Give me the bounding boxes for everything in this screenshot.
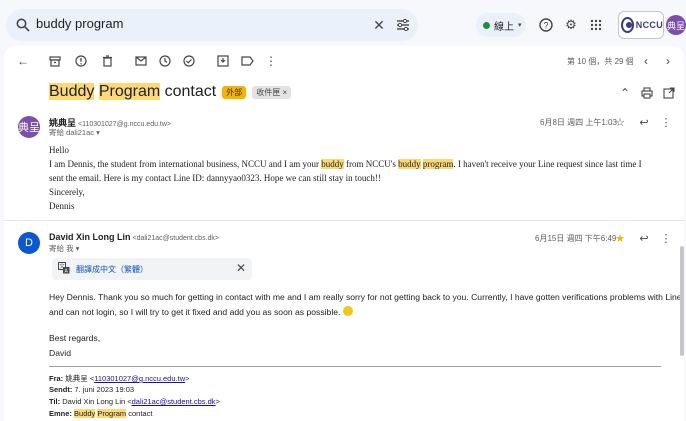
close-icon[interactable]: ✕ — [236, 261, 246, 275]
search-input[interactable]: buddy program — [36, 16, 123, 31]
label-icon[interactable] — [238, 52, 256, 70]
org-logo[interactable]: NCCU — [618, 11, 664, 39]
quote-divider — [49, 366, 661, 367]
reply-icon[interactable]: ↩ — [637, 115, 651, 129]
sender-avatar[interactable]: 典呈 — [18, 116, 40, 138]
reply-icon[interactable]: ↩ — [637, 231, 651, 245]
prev-message-icon[interactable]: ‹ — [637, 52, 655, 70]
quote-from: Fra: 姚典呈 <110301027@g.nccu.edu.tw> — [49, 374, 190, 383]
smile-emoji-icon — [342, 306, 353, 316]
collapse-all-icon[interactable]: ⌃ — [616, 84, 634, 102]
nccu-seal-icon — [621, 17, 634, 33]
mark-unread-icon[interactable] — [132, 52, 150, 70]
scrollbar-thumb[interactable] — [680, 246, 684, 356]
online-dot-icon — [483, 21, 490, 29]
star-filled-icon[interactable]: ★ — [613, 231, 627, 245]
translate-icon: 文A — [58, 262, 70, 277]
search-bar[interactable]: buddy program ✕ — [6, 9, 418, 41]
external-badge: 外部 — [222, 85, 247, 99]
top-bar: buddy program ✕ 線上 ▾ ? ⚙ NCCU 典呈 — [0, 0, 686, 46]
back-arrow-icon[interactable]: ← — [14, 52, 32, 70]
translate-link[interactable]: 翻譯成中文（繁體） — [76, 264, 148, 275]
message-body: Hello I am Dennis, the student from inte… — [49, 145, 642, 211]
message-date: 6月8日 週四 上午1:03 — [540, 118, 617, 127]
more-vert-icon[interactable]: ⋮ — [262, 52, 280, 70]
quote-subject: Emne: Buddy Program contact — [49, 409, 153, 418]
message-body: Hey Dennis. Thank you so much for gettin… — [49, 292, 682, 317]
quote-to: Til: David Xin Long Lin <dali21ac@studen… — [49, 397, 220, 406]
apps-grid-icon[interactable] — [586, 15, 606, 35]
open-new-window-icon[interactable] — [660, 84, 678, 102]
sender-name[interactable]: David Xin Long Lin <dali21ac@student.cbs.… — [49, 232, 219, 242]
svg-text:?: ? — [543, 21, 548, 31]
recipient-line[interactable]: 寄給 我 ▾ — [49, 243, 79, 254]
signature: Best regards, David — [49, 333, 101, 358]
more-vert-icon[interactable]: ⋮ — [659, 231, 673, 245]
next-message-icon[interactable]: › — [659, 52, 677, 70]
inbox-label-chip[interactable]: 收件匣 × — [252, 85, 292, 99]
account-avatar[interactable]: 典呈 — [666, 15, 686, 35]
clear-search-icon[interactable]: ✕ — [370, 16, 388, 34]
message-date: 6月15日 週四 下午6:49 — [535, 234, 617, 243]
sender-address: <dali21ac@student.cbs.dk> — [132, 235, 220, 242]
pagination-text: 第 10 個，共 29 個 — [567, 57, 634, 66]
search-options-icon[interactable] — [394, 16, 412, 34]
subject-line: Buddy Program contact 外部 收件匣 × — [49, 83, 292, 101]
quote-sent: Sendt: 7. juni 2023 19:03 — [49, 385, 135, 394]
message-divider — [4, 220, 684, 221]
status-selector[interactable]: 線上 ▾ — [476, 13, 526, 37]
report-spam-icon[interactable] — [72, 52, 90, 70]
archive-icon[interactable] — [46, 52, 64, 70]
recipient-line[interactable]: 寄給 dali21ac ▾ — [49, 127, 100, 138]
add-to-tasks-icon[interactable] — [180, 52, 198, 70]
print-icon[interactable] — [638, 84, 656, 102]
message-view: ← ⋮ 第 10 個，共 29 個 ‹ › Buddy Program cont… — [4, 46, 684, 421]
translate-bar[interactable]: 文A 翻譯成中文（繁體） ✕ — [52, 258, 252, 280]
org-name: NCCU — [635, 20, 663, 30]
help-icon[interactable]: ? — [536, 15, 556, 35]
sender-avatar[interactable]: D — [18, 232, 40, 254]
snooze-clock-icon[interactable] — [156, 52, 174, 70]
delete-icon[interactable] — [98, 52, 116, 70]
subject-title: Buddy Program contact — [49, 83, 217, 100]
settings-gear-icon[interactable]: ⚙ — [561, 15, 581, 35]
move-to-icon[interactable] — [214, 52, 232, 70]
more-vert-icon[interactable]: ⋮ — [659, 115, 673, 129]
chevron-down-icon: ▾ — [518, 22, 522, 29]
star-icon[interactable]: ☆ — [613, 115, 627, 129]
search-icon[interactable] — [14, 16, 32, 34]
status-label: 線上 — [494, 21, 514, 33]
